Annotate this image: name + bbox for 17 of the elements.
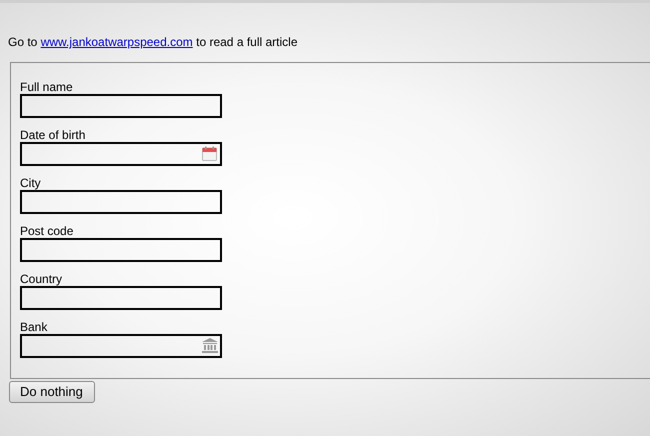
input-field[interactable] (20, 238, 222, 262)
bank-icon (202, 338, 218, 353)
field-label: Date of birth (20, 128, 86, 142)
do-nothing-button[interactable]: Do nothing (9, 381, 95, 403)
input-field[interactable] (20, 190, 222, 214)
input-field[interactable] (20, 334, 222, 358)
field-label: Country (20, 272, 64, 286)
field-label: City (20, 176, 42, 190)
calendar-icon (202, 146, 217, 161)
field-label: Bank (20, 320, 48, 334)
input-field[interactable] (20, 142, 222, 166)
input-field[interactable] (20, 94, 222, 118)
field-label: Full name (20, 80, 74, 94)
field-label: Post code (20, 224, 74, 238)
article-link[interactable]: www.jankoatwarpspeed.com (40, 35, 193, 49)
input-field[interactable] (20, 286, 222, 310)
intro-text: Go to www.jankoatwarpspeed.com to read a full article (8, 35, 299, 49)
